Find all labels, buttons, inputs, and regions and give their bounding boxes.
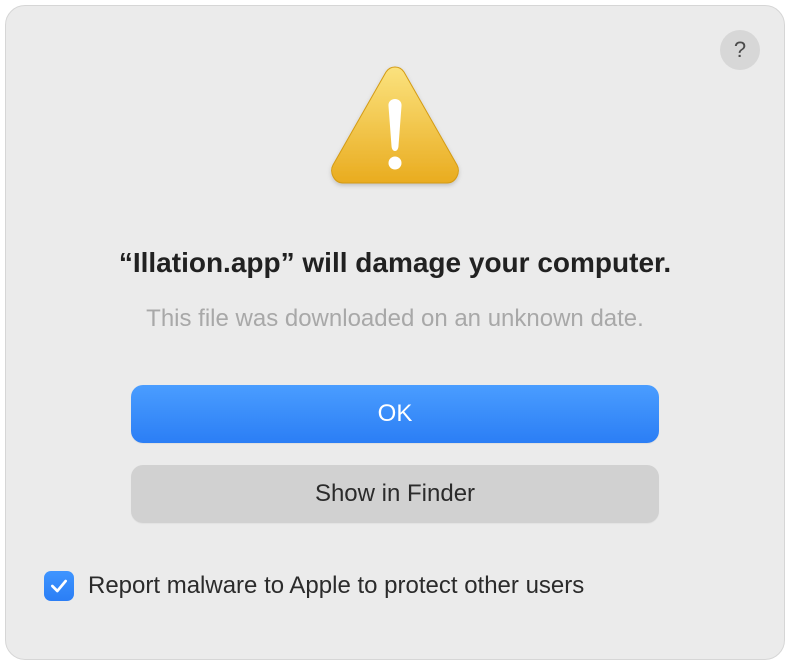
ok-button[interactable]: OK: [131, 385, 659, 443]
report-malware-label[interactable]: Report malware to Apple to protect other…: [88, 572, 584, 600]
dialog-heading: “Illation.app” will damage your computer…: [119, 247, 671, 279]
report-malware-checkbox[interactable]: [44, 571, 74, 601]
alert-dialog: ? “Illation.app” will damage your comput…: [5, 5, 785, 660]
checkmark-icon: [49, 576, 69, 596]
help-button[interactable]: ?: [720, 30, 760, 70]
dialog-subtext: This file was downloaded on an unknown d…: [146, 305, 644, 333]
help-icon: ?: [734, 37, 746, 63]
show-in-finder-button[interactable]: Show in Finder: [131, 465, 659, 523]
warning-icon: [325, 61, 465, 191]
report-malware-row: Report malware to Apple to protect other…: [44, 571, 584, 601]
